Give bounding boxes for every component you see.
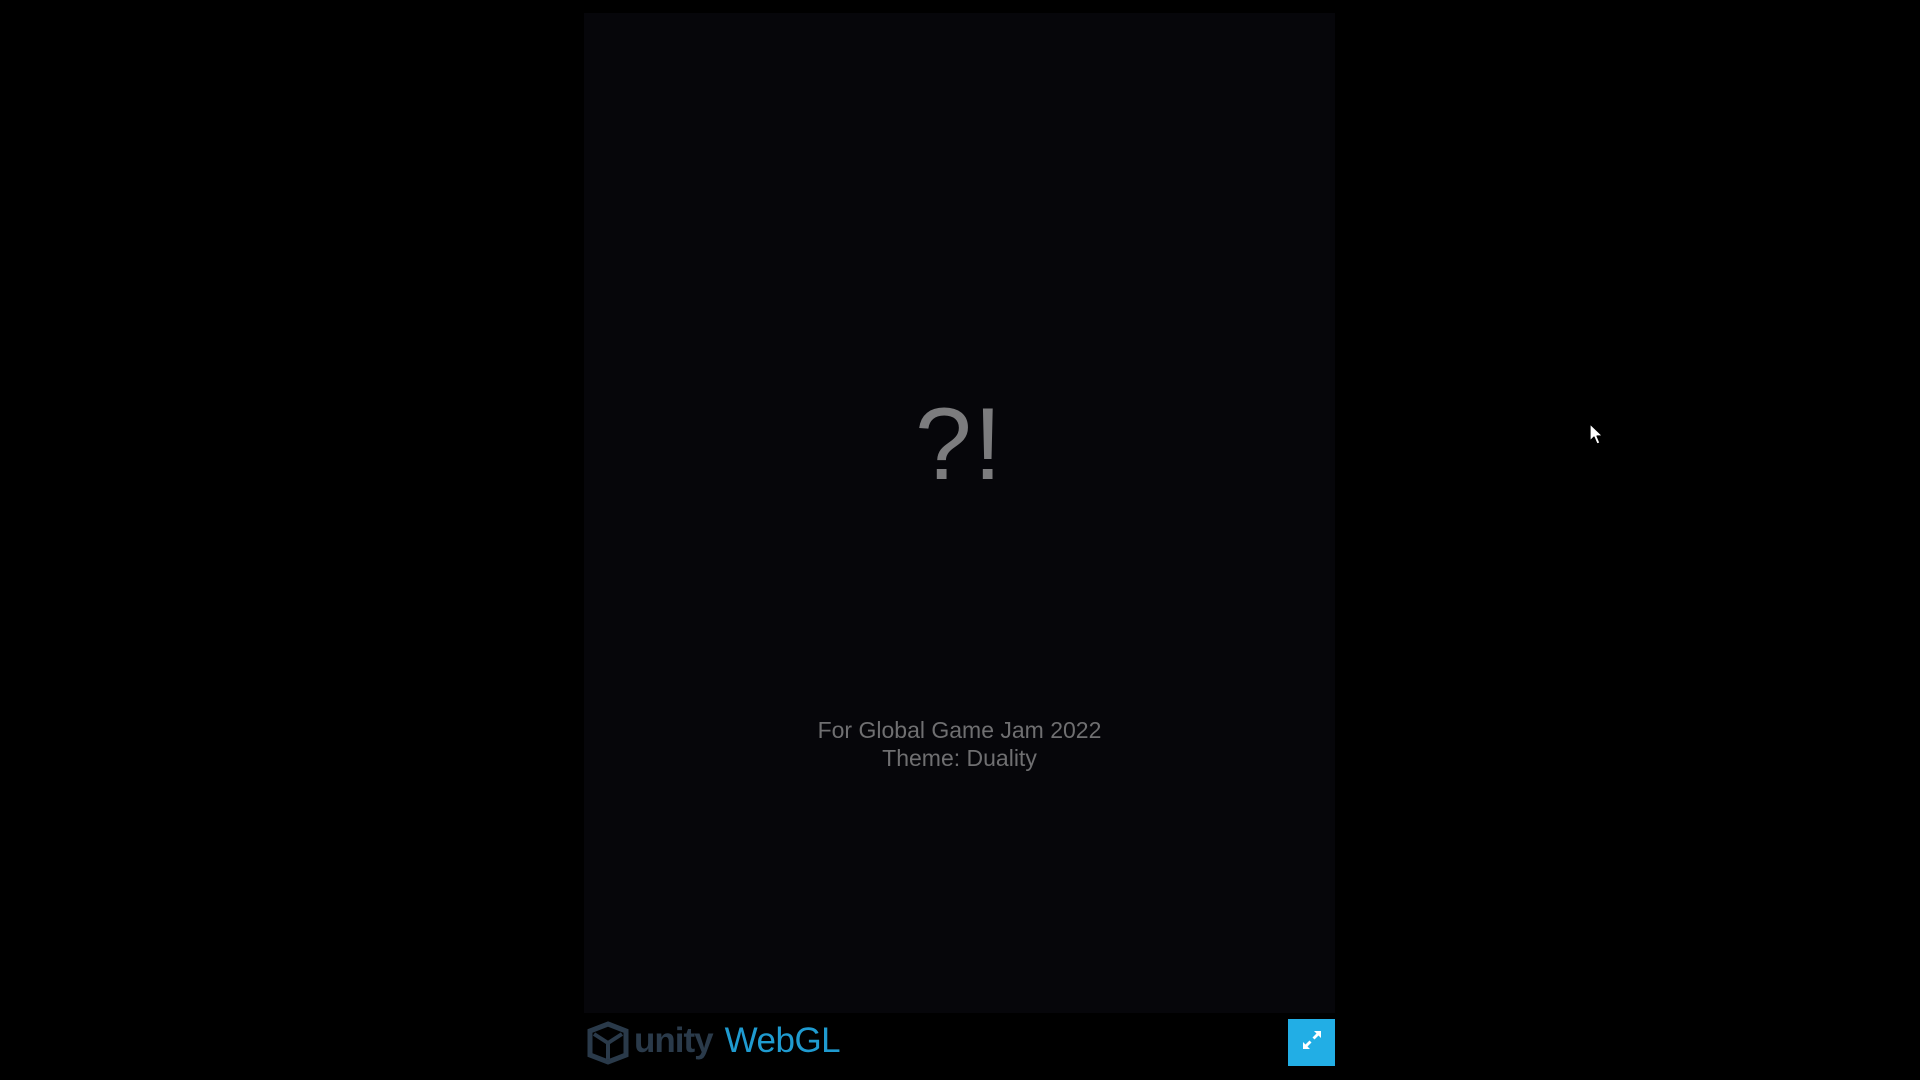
fullscreen-button[interactable] — [1288, 1019, 1335, 1066]
expand-arrows-icon — [1301, 1029, 1323, 1056]
page: ?! For Global Game Jam 2022 Theme: Duali… — [0, 0, 1920, 1080]
credit-line-jam: For Global Game Jam 2022 — [817, 717, 1102, 743]
webgl-footer: unity WebGL — [584, 1018, 1335, 1067]
mouse-cursor-icon — [1589, 423, 1605, 447]
webgl-wordmark: WebGL — [724, 1021, 841, 1060]
splash-symbol: ?! — [914, 387, 1005, 501]
credit-line-theme: Theme: Duality — [882, 745, 1037, 771]
unity-webgl-logo: unity WebGL — [584, 1018, 841, 1067]
unity-wordmark: unity — [634, 1021, 714, 1060]
game-canvas[interactable]: ?! For Global Game Jam 2022 Theme: Duali… — [584, 13, 1335, 1013]
unity-cube-icon — [584, 1019, 632, 1067]
splash-credit: For Global Game Jam 2022 Theme: Duality — [584, 716, 1335, 772]
